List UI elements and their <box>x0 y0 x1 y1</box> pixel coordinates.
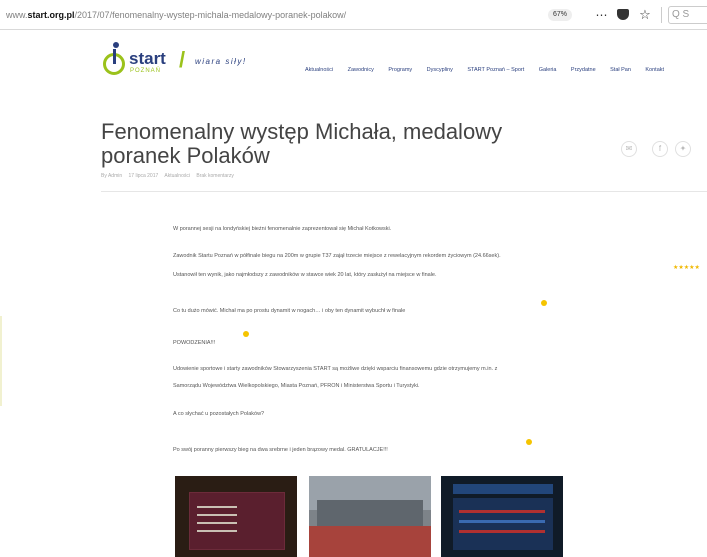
paragraph: Po swój poranny pierwszy bieg na dwa sre… <box>173 447 388 453</box>
nav-item-dyscypliny[interactable]: Dyscypliny <box>427 67 453 73</box>
logo-mark-icon <box>101 42 127 78</box>
meta-category[interactable]: Aktualności <box>164 173 190 179</box>
nav-item-przydatne[interactable]: Przydatne <box>571 67 596 73</box>
paragraph: Samorządu Województwa Wielkopolskiego, M… <box>173 383 420 389</box>
ellipsis-icon[interactable]: ⋯ <box>594 7 610 23</box>
gallery-thumbnail[interactable] <box>175 476 297 557</box>
nav-item-zawodnicy[interactable]: Zawodnicy <box>348 67 374 73</box>
logo-word: start <box>129 49 166 68</box>
mail-icon[interactable]: ✉ <box>621 141 637 157</box>
url-prefix: www. <box>6 10 28 20</box>
nav-item-start-sport[interactable]: START Poznań – Sport <box>467 67 524 73</box>
pocket-icon[interactable] <box>615 7 631 23</box>
meta-author[interactable]: By Admin <box>101 173 122 179</box>
meta-date: 17 lipca 2017 <box>128 173 159 179</box>
nav-item-stal-pan[interactable]: Stał Pan <box>610 67 631 73</box>
browser-toolbar: www.start.org.pl/2017/07/fenomenalny-wys… <box>0 0 707 30</box>
emoji-icon <box>243 331 249 337</box>
search-input[interactable]: Q S <box>668 6 707 24</box>
emoji-icon <box>526 439 532 445</box>
nav-item-aktualnosci[interactable]: Aktualności <box>305 67 333 73</box>
logo-slash: / <box>179 47 186 72</box>
nav-item-kontakt[interactable]: Kontakt <box>645 67 664 73</box>
paragraph: Co tu dużo mówić. Michał ma po prostu dy… <box>173 308 406 314</box>
url-domain: start.org.pl <box>27 10 75 20</box>
paragraph: A co słychać u pozostałych Polaków? <box>173 411 265 417</box>
site-logo[interactable]: start POZNAŃ / wiara siły! <box>101 42 271 80</box>
toolbar-separator <box>661 7 662 23</box>
meta-comments[interactable]: Brak komentarzy <box>196 173 234 179</box>
paragraph: W porannej sesji na londyńskiej bieżni f… <box>173 226 392 232</box>
paragraph: POWODZENIA!!! <box>173 340 216 346</box>
article-divider <box>101 191 707 192</box>
nav-item-galeria[interactable]: Galeria <box>539 67 557 73</box>
facebook-icon[interactable]: f <box>652 141 668 157</box>
rating-stars: ★★★★★ <box>673 265 700 271</box>
left-edge-line <box>0 316 2 406</box>
star-icon[interactable]: ☆ <box>637 7 653 23</box>
paragraph: Ustanowił ten wynik, jako najmłodszy z z… <box>173 272 437 278</box>
logo-sub: POZNAŃ <box>130 68 162 74</box>
gallery-thumbnail[interactable] <box>309 476 431 557</box>
main-nav: Aktualności Zawodnicy Programy Dyscyplin… <box>305 58 674 76</box>
paragraph: Udowienie sportowe i starty zawodników S… <box>173 366 498 372</box>
logo-tagline: wiara siły! <box>195 57 247 66</box>
emoji-icon <box>541 300 547 306</box>
nav-item-programy[interactable]: Programy <box>388 67 412 73</box>
url-path: /2017/07/fenomenalny-wystep-michala-meda… <box>74 10 347 20</box>
twitter-icon[interactable]: ✦ <box>675 141 691 157</box>
site-header: start POZNAŃ / wiara siły! Aktualności Z… <box>0 30 707 88</box>
gallery-thumbnail[interactable] <box>441 476 563 557</box>
url-bar[interactable]: www.start.org.pl/2017/07/fenomenalny-wys… <box>6 10 346 20</box>
zoom-level[interactable]: 67% <box>548 9 572 21</box>
paragraph: Zawodnik Startu Poznań w półfinale biegu… <box>173 253 501 259</box>
article-title: Fenomenalny występ Michała, medalowy por… <box>101 119 503 168</box>
article-meta: By Admin 17 lipca 2017 Aktualności Brak … <box>101 173 239 179</box>
